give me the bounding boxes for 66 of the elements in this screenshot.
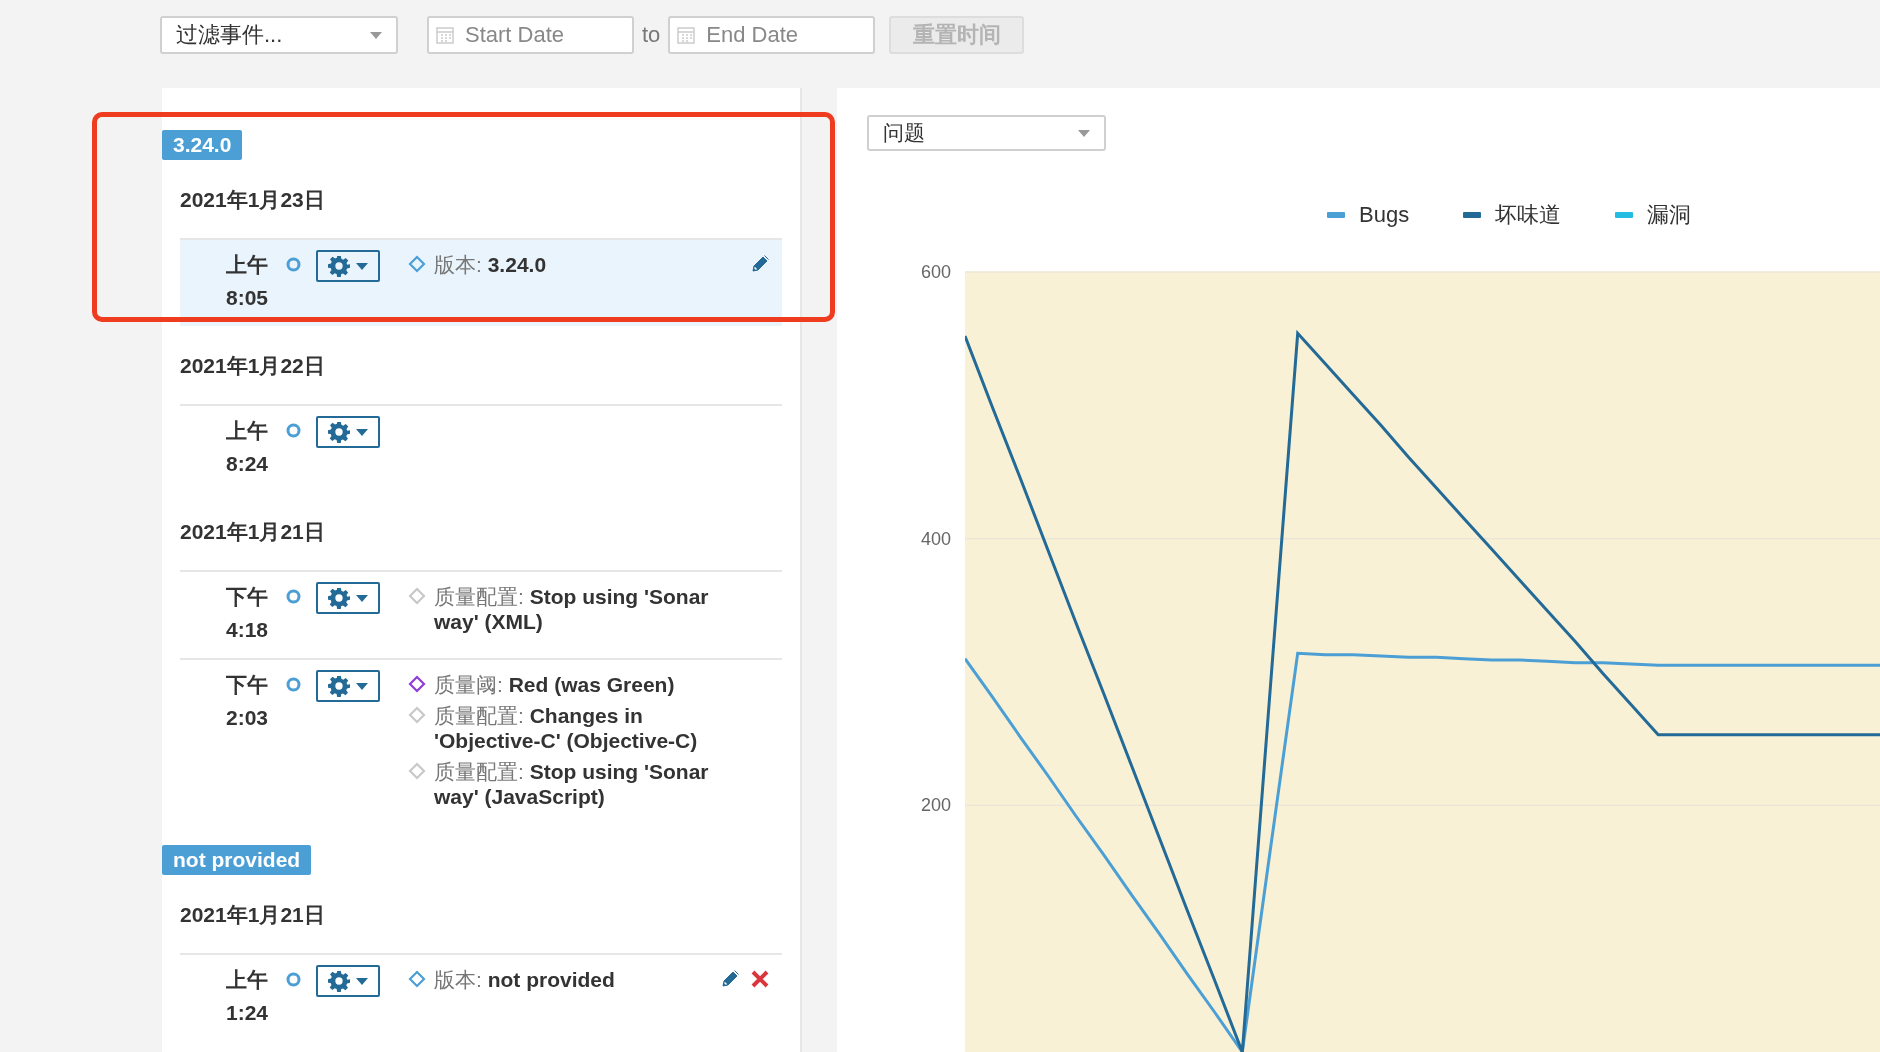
version-badge: 3.24.0 [162, 130, 243, 160]
diamond-icon [408, 970, 426, 988]
settings-icon [328, 970, 350, 992]
caret-icon [356, 594, 368, 602]
diamond-icon [408, 255, 426, 273]
event-text: 版本: not provided [434, 967, 615, 992]
settings-dropdown-button[interactable] [316, 582, 380, 614]
settings-icon [328, 675, 350, 697]
event-time: 上午 1:24 [226, 967, 270, 1026]
diamond-icon [408, 587, 426, 605]
y-tick-label: 200 [920, 795, 951, 816]
calendar-icon [436, 26, 454, 44]
settings-dropdown-button[interactable] [316, 416, 380, 448]
caret-icon [370, 31, 382, 39]
diamond-icon [408, 675, 426, 693]
diamond-icon [408, 706, 426, 724]
event-row[interactable]: 下午 2:03 质量阈: Red (was Green) 质量配置: Changes in 'Objective-C' (Objective-C) 质量配置: Stop using 'Sonar way' (JavaScript) [180, 658, 782, 821]
event-time: 下午 4:18 [226, 584, 270, 643]
event-row[interactable]: 下午 4:18 质量配置: Stop using 'Sonar way' (XML) [180, 570, 782, 658]
date-heading: 2021年1月21日 [180, 902, 326, 928]
circle-icon [286, 972, 301, 987]
metric-dropdown[interactable]: 问题 [867, 115, 1106, 151]
caret-icon [356, 428, 368, 436]
version-badge: not provided [162, 845, 312, 875]
settings-dropdown-button[interactable] [316, 670, 380, 702]
date-heading: 2021年1月22日 [180, 353, 326, 379]
pencil-icon[interactable] [750, 254, 770, 274]
legend-label: 坏味道 [1495, 201, 1562, 229]
event-text: 质量配置: Stop using 'Sonar way' (JavaScript) [434, 759, 710, 809]
diamond-icon [408, 762, 426, 780]
settings-icon [328, 587, 350, 609]
calendar-icon [677, 26, 696, 44]
circle-icon [286, 589, 301, 604]
event-text: 质量阈: Red (was Green) [434, 672, 675, 697]
settings-dropdown-button[interactable] [316, 250, 380, 282]
settings-icon [328, 255, 350, 277]
event-row[interactable]: 上午 8:05 版本: 3.24.0 [180, 238, 782, 326]
event-time: 上午 8:05 [226, 252, 270, 311]
event-text: 质量配置: Changes in 'Objective-C' (Objective-C) [434, 703, 699, 753]
caret-icon [1078, 129, 1090, 137]
event-text: 版本: 3.24.0 [434, 252, 547, 277]
circle-icon [286, 257, 301, 272]
legend-label: Bugs [1359, 202, 1410, 228]
end-date-field[interactable]: End Date [668, 16, 876, 54]
circle-icon [286, 677, 301, 692]
range-separator: to [642, 22, 661, 48]
date-heading: 2021年1月21日 [180, 519, 326, 545]
y-tick-label: 400 [920, 528, 951, 549]
circle-icon [286, 423, 301, 438]
caret-icon [356, 977, 368, 985]
event-text: 质量配置: Stop using 'Sonar way' (XML) [434, 584, 710, 634]
legend-label: 漏洞 [1647, 201, 1692, 229]
y-tick-label: 600 [920, 262, 951, 282]
date-heading: 2021年1月23日 [180, 187, 326, 213]
event-time: 下午 2:03 [226, 672, 270, 731]
pencil-icon[interactable] [720, 969, 740, 989]
settings-icon [328, 421, 350, 443]
caret-icon [356, 682, 368, 690]
delete-icon[interactable] [750, 969, 770, 989]
start-date-field[interactable]: Start Date [427, 16, 634, 54]
event-filter-dropdown[interactable]: 过滤事件... [160, 16, 398, 54]
event-row[interactable]: 上午 8:24 [180, 404, 782, 492]
settings-dropdown-button[interactable] [316, 965, 380, 997]
event-time: 上午 8:24 [226, 418, 270, 477]
event-row[interactable]: 上午 1:24 版本: not provided [180, 953, 782, 1041]
caret-icon [356, 262, 368, 270]
